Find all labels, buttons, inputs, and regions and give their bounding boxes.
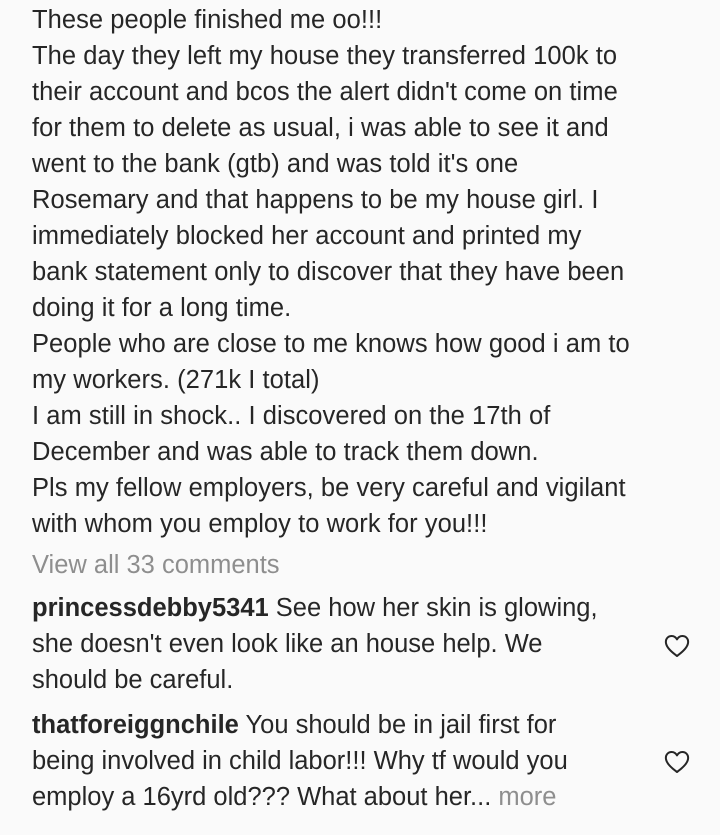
caption-line: December and was able to track them down… — [32, 438, 539, 466]
comment-text: You should be in jail first for — [238, 711, 557, 739]
caption-line: bank statement only to discover that the… — [32, 258, 625, 286]
comment-text: being involved in child labor!!! Why tf … — [32, 747, 568, 775]
comment-line: employ a 16yrd old??? What about her... … — [32, 779, 720, 815]
caption-line: Rosemary and that happens to be my house… — [32, 186, 599, 214]
comment-line: thatforeiggnchile You should be in jail … — [32, 707, 720, 743]
caption-line: immediately blocked her account and prin… — [32, 222, 582, 250]
caption-line: I am still in shock.. I discovered on th… — [32, 402, 551, 430]
caption-line: my workers. (271k I total) — [32, 366, 320, 394]
comment-text: should be careful. — [32, 666, 234, 694]
caption-line: for them to delete as usual, i was able … — [32, 114, 609, 142]
comment-item: thatforeiggnchile You should be in jail … — [32, 707, 720, 815]
caption-line: their account and bcos the alert didn't … — [32, 78, 618, 106]
heart-outline-icon[interactable] — [664, 634, 690, 658]
caption-line: Pls my fellow employers, be very careful… — [32, 474, 626, 502]
caption-line: These people finished me oo!!! — [32, 6, 383, 34]
comment-item: princessdebby5341 See how her skin is gl… — [32, 590, 720, 698]
comment-username[interactable]: thatforeiggnchile — [32, 711, 239, 739]
heart-outline-icon[interactable] — [664, 750, 690, 774]
caption-line: with whom you employ to work for you!!! — [32, 510, 488, 538]
comment-text: See how her skin is glowing, — [268, 594, 598, 622]
comment-text: she doesn't even look like an house help… — [32, 630, 543, 658]
view-all-comments-link[interactable]: View all 33 comments — [32, 547, 280, 583]
more-link[interactable]: more — [491, 783, 556, 811]
caption-line: went to the bank (gtb) and was told it's… — [32, 150, 519, 178]
caption-line: doing it for a long time. — [32, 294, 292, 322]
comment-text: employ a 16yrd old??? What about her... — [32, 783, 492, 811]
comment-username[interactable]: princessdebby5341 — [32, 594, 269, 622]
post-caption: These people finished me oo!!! The day t… — [32, 2, 702, 542]
caption-line: People who are close to me knows how goo… — [32, 330, 630, 358]
instagram-post-comments: These people finished me oo!!! The day t… — [0, 0, 720, 835]
comment-line: princessdebby5341 See how her skin is gl… — [32, 590, 720, 626]
caption-line: The day they left my house they transfer… — [32, 42, 618, 70]
